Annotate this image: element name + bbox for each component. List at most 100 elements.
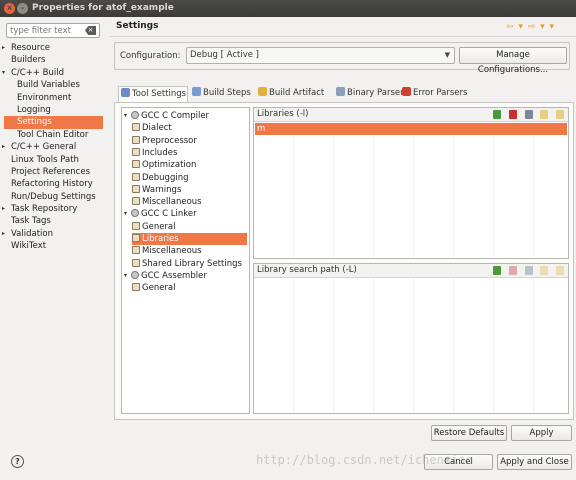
nav-item-linux-tools-path[interactable]: Linux Tools Path: [4, 154, 103, 166]
option-category-icon: [132, 258, 140, 267]
expand-down-icon[interactable]: ▾: [124, 270, 127, 282]
tree-item-label: Shared Library Settings: [142, 258, 242, 269]
tab-label: Tool Settings: [132, 89, 187, 99]
tab-tool-settings[interactable]: Tool Settings: [118, 86, 188, 102]
tree-item-general[interactable]: General: [132, 282, 247, 294]
add-icon[interactable]: [493, 110, 502, 119]
tree-item-preprocessor[interactable]: Preprocessor: [132, 135, 247, 147]
delete-icon[interactable]: [508, 266, 517, 275]
tree-item-gcc-c-compiler[interactable]: ▾ GCC C Compiler: [124, 110, 247, 122]
delete-icon[interactable]: [508, 110, 517, 119]
tree-item-general[interactable]: General: [132, 221, 247, 233]
tree-item-miscellaneous[interactable]: Miscellaneous: [132, 245, 247, 257]
configuration-select[interactable]: Debug [ Active ] ▼: [186, 47, 455, 64]
nav-item-resource[interactable]: ▸ Resource: [2, 42, 103, 54]
tree-item-gcc-assembler[interactable]: ▾ GCC Assembler: [124, 270, 247, 282]
nav-item-wikitext[interactable]: WikiText: [4, 240, 103, 252]
move-up-icon[interactable]: [540, 266, 549, 275]
close-window-button[interactable]: ×: [4, 3, 15, 14]
expand-right-icon[interactable]: ▸: [2, 203, 5, 215]
nav-item-builders[interactable]: Builders: [4, 54, 103, 66]
tab-build-artifact[interactable]: Build Artifact: [256, 86, 332, 102]
apply-and-close-button[interactable]: Apply and Close: [497, 454, 572, 470]
nav-item-project-references[interactable]: Project References: [4, 166, 103, 178]
restore-defaults-button[interactable]: Restore Defaults: [431, 425, 507, 441]
filter-input[interactable]: [10, 25, 84, 36]
nav-item-label: Validation: [11, 228, 53, 239]
libraries-toolbar: [488, 110, 564, 120]
tool-icon: [131, 270, 139, 279]
tree-item-label: Warnings: [142, 184, 182, 195]
tree-item-label: Includes: [142, 147, 178, 158]
nav-item-label: Resource: [11, 43, 50, 53]
edit-icon[interactable]: [524, 266, 533, 275]
clear-filter-icon[interactable]: ×: [85, 26, 96, 35]
option-category-icon: [132, 246, 140, 255]
nav-item-label: Refactoring History: [11, 179, 93, 190]
expand-right-icon[interactable]: ▸: [2, 141, 5, 153]
nav-item-label: Linux Tools Path: [11, 154, 79, 165]
move-up-icon[interactable]: [540, 110, 549, 119]
tree-item-warnings[interactable]: Warnings: [132, 184, 247, 196]
tool-icon: [131, 209, 139, 218]
nav-item-label: Builders: [11, 55, 46, 66]
library-row[interactable]: m: [255, 123, 567, 135]
apply-button[interactable]: Apply: [511, 425, 572, 441]
tree-item-optimization[interactable]: Optimization: [132, 159, 247, 171]
nav-item-label: Run/Debug Settings: [11, 191, 96, 202]
page-title: Settings: [116, 21, 159, 31]
tab-icon: [192, 87, 201, 96]
nav-item-task-tags[interactable]: Task Tags: [4, 215, 103, 227]
minimize-window-button[interactable]: –: [17, 3, 28, 14]
tree-item-shared-library-settings[interactable]: Shared Library Settings: [132, 258, 247, 270]
nav-item-tool-chain-editor[interactable]: Tool Chain Editor: [4, 129, 103, 141]
option-category-icon: [132, 123, 140, 132]
manage-configurations-button[interactable]: Manage Configurations...: [459, 47, 567, 75]
nav-item-run-debug-settings[interactable]: Run/Debug Settings: [4, 191, 103, 203]
expand-down-icon[interactable]: ▾: [124, 208, 127, 220]
nav-item-settings[interactable]: Settings: [4, 116, 103, 129]
history-nav-icons[interactable]: ⇦ ▾ ⇨ ▾ ▾: [506, 22, 555, 32]
expand-down-icon[interactable]: ▾: [124, 110, 127, 122]
nav-item-c-c-general[interactable]: ▸ C/C++ General: [2, 141, 103, 153]
tree-item-label: GCC Assembler: [141, 270, 207, 281]
tree-item-includes[interactable]: Includes: [132, 147, 247, 159]
move-down-icon[interactable]: [556, 266, 564, 275]
tree-item-libraries[interactable]: Libraries: [132, 233, 247, 246]
watermark: http://blog.csdn.net/ichenxiao: [256, 453, 473, 467]
filter-field[interactable]: ×: [6, 23, 100, 38]
libraries-panel: Libraries (-l) m: [253, 107, 569, 259]
nav-item-task-repository[interactable]: ▸ Task Repository: [2, 203, 103, 215]
tree-item-miscellaneous[interactable]: Miscellaneous: [132, 196, 247, 208]
header-divider: [110, 36, 576, 37]
add-icon[interactable]: [493, 266, 502, 275]
tree-item-label: GCC C Compiler: [141, 111, 210, 121]
nav-item-c-c-build[interactable]: ▾ C/C++ Build: [2, 67, 103, 79]
tree-item-dialect[interactable]: Dialect: [132, 122, 247, 134]
library-search-path-header: Library search path (-L): [254, 264, 568, 278]
nav-item-label: Build Variables: [17, 80, 80, 91]
tree-item-gcc-c-linker[interactable]: ▾ GCC C Linker: [124, 208, 247, 220]
nav-item-logging[interactable]: Logging: [4, 104, 103, 116]
library-search-path-grid: [254, 278, 568, 413]
move-down-icon[interactable]: [556, 110, 564, 119]
expand-right-icon[interactable]: ▸: [2, 228, 5, 240]
edit-icon[interactable]: [524, 110, 533, 119]
nav-item-refactoring-history[interactable]: Refactoring History: [4, 178, 103, 190]
option-category-icon: [132, 234, 140, 242]
tree-item-debugging[interactable]: Debugging: [132, 172, 247, 184]
nav-item-build-variables[interactable]: Build Variables: [4, 79, 103, 91]
expand-right-icon[interactable]: ▸: [2, 42, 5, 54]
help-icon[interactable]: ?: [11, 455, 24, 468]
nav-item-label: C/C++ General: [11, 142, 77, 153]
library-search-path-panel: Library search path (-L): [253, 263, 569, 414]
tree-item-label: Optimization: [142, 160, 197, 171]
tab-error-parsers[interactable]: Error Parsers: [400, 86, 470, 102]
tab-binary-parsers[interactable]: Binary Parsers: [334, 86, 408, 102]
nav-item-validation[interactable]: ▸ Validation: [2, 228, 103, 240]
tab-build-steps[interactable]: Build Steps: [190, 86, 254, 102]
expand-down-icon[interactable]: ▾: [2, 67, 5, 79]
tree-item-label: GCC C Linker: [141, 209, 197, 220]
library-search-path-title: Library search path (-L): [257, 265, 357, 275]
nav-item-environment[interactable]: Environment: [4, 92, 103, 104]
